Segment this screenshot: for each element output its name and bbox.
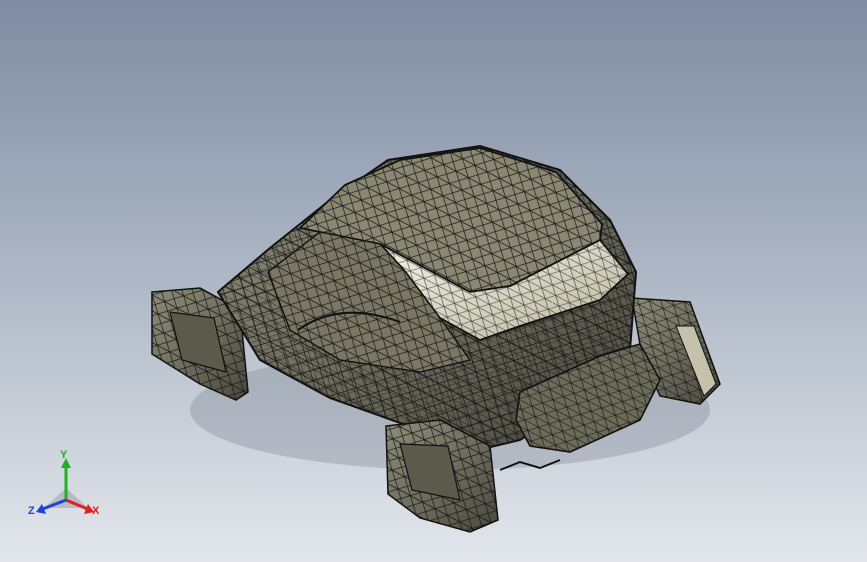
x-axis-label: X [92, 505, 100, 517]
orientation-triad[interactable]: Y X Z [24, 448, 108, 528]
z-axis-label: Z [28, 505, 35, 517]
vehicle-mesh-model[interactable] [0, 0, 867, 562]
graphics-viewport[interactable]: Y X Z [0, 0, 867, 562]
y-axis-label: Y [60, 449, 68, 461]
